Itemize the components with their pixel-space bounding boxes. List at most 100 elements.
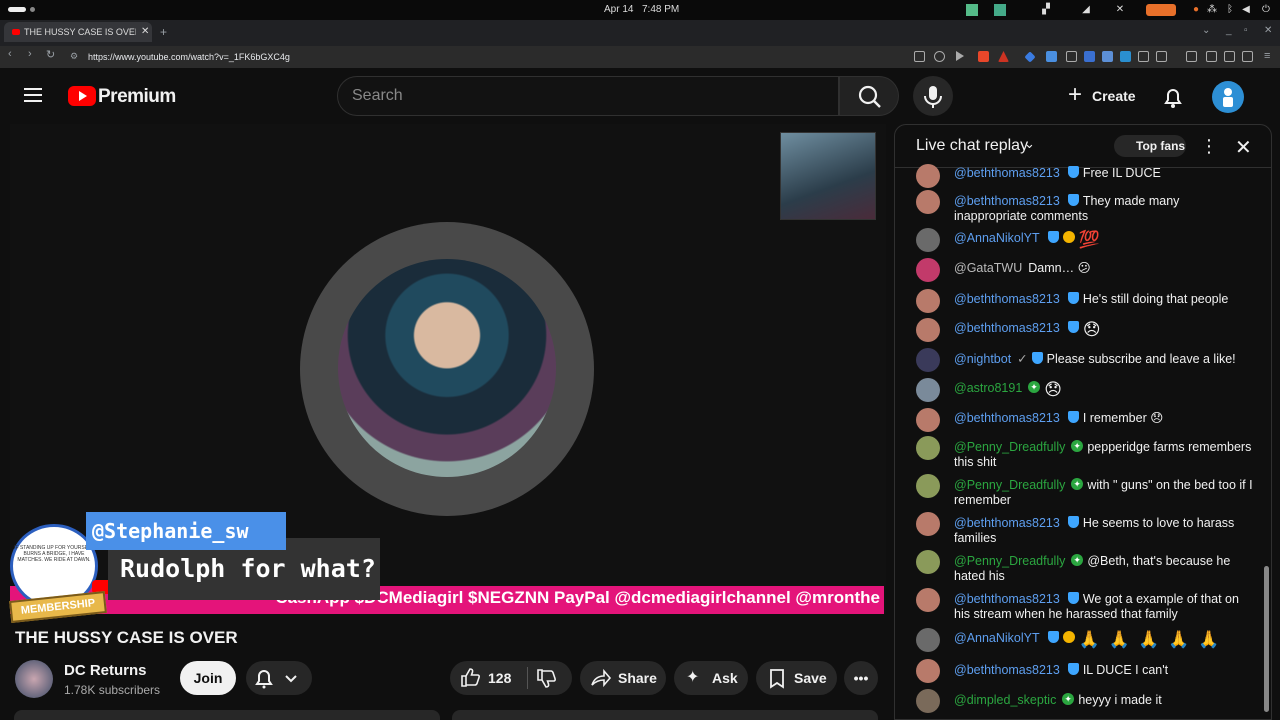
extension-icon-5[interactable] <box>1102 51 1113 62</box>
chat-author[interactable]: @Penny_Dreadfully <box>954 554 1065 568</box>
description-card[interactable] <box>14 710 440 720</box>
chat-avatar[interactable] <box>916 190 940 214</box>
close-icon[interactable]: ✕ <box>1235 135 1252 160</box>
chat-avatar[interactable] <box>916 348 940 372</box>
chat-avatar[interactable] <box>916 228 940 252</box>
channel-name[interactable]: DC Returns <box>64 662 147 679</box>
search-input[interactable] <box>352 86 822 106</box>
extension-icon-4[interactable] <box>1084 51 1095 62</box>
chat-author[interactable]: @GataTWU <box>954 261 1022 275</box>
chat-scrollbar-thumb[interactable] <box>1264 566 1269 712</box>
url-field[interactable]: https://www.youtube.com/watch?v=_1FK6bGX… <box>88 52 290 62</box>
create-button[interactable]: + Create <box>1062 78 1140 114</box>
panel-icon[interactable] <box>1206 51 1217 62</box>
chat-avatar[interactable] <box>916 289 940 313</box>
power-icon[interactable]: ⏻ <box>1260 4 1272 16</box>
leo-icon[interactable] <box>1242 51 1253 62</box>
share-button[interactable]: Share <box>580 661 666 695</box>
chat-author[interactable]: @beththomas8213 <box>954 516 1060 530</box>
like-count[interactable]: 128 <box>488 661 511 695</box>
chat-avatar[interactable] <box>916 164 940 188</box>
ask-button[interactable]: ✦ Ask <box>674 661 748 695</box>
play-icon[interactable] <box>956 51 964 61</box>
volume-icon[interactable]: ◀ <box>1240 4 1252 16</box>
chat-avatar[interactable] <box>916 550 940 574</box>
tray-app-icon-3[interactable]: ▞ <box>1040 4 1052 16</box>
search-button[interactable] <box>839 76 899 116</box>
chat-author[interactable]: @Penny_Dreadfully <box>954 440 1065 454</box>
chat-author[interactable]: @beththomas8213 <box>954 194 1060 208</box>
workspace-indicator[interactable] <box>8 7 26 12</box>
voice-search-button[interactable] <box>913 76 953 116</box>
site-settings-icon[interactable]: ⚙ <box>70 51 78 62</box>
chat-avatar[interactable] <box>916 474 940 498</box>
join-button[interactable]: Join <box>180 661 236 695</box>
comments-card[interactable] <box>452 710 878 720</box>
wallet-icon[interactable] <box>1224 51 1235 62</box>
close-tab-icon[interactable]: ✕ <box>141 26 149 37</box>
chat-avatar[interactable] <box>916 588 940 612</box>
chat-author[interactable]: @beththomas8213 <box>954 166 1060 180</box>
hamburger-menu-icon[interactable] <box>24 88 42 102</box>
browser-tab[interactable]: THE HUSSY CASE IS OVER ✕ <box>4 22 152 42</box>
chat-avatar[interactable] <box>916 436 940 460</box>
minimize-icon[interactable]: _ <box>1226 25 1232 36</box>
youtube-logo-icon[interactable] <box>68 86 96 106</box>
chat-avatar[interactable] <box>916 659 940 683</box>
subscription-bell-button[interactable] <box>246 661 312 695</box>
chat-message[interactable]: @beththomas8213 Free IL DUCE <box>916 164 1256 188</box>
extension-icon-2[interactable] <box>1046 51 1057 62</box>
new-tab-icon[interactable]: + <box>160 25 167 39</box>
chat-author[interactable]: @beththomas8213 <box>954 321 1060 335</box>
tab-list-chevron-icon[interactable]: ⌄ <box>1202 25 1210 36</box>
tray-app-icon-4[interactable]: ◢ <box>1080 4 1092 16</box>
chat-avatar[interactable] <box>916 318 940 342</box>
cast-icon[interactable] <box>914 51 925 62</box>
chevron-down-icon[interactable]: ⌄ <box>1024 136 1035 152</box>
browser-menu-icon[interactable]: ≡ <box>1264 50 1270 62</box>
tray-app-icon-5[interactable]: ✕ <box>1114 4 1126 16</box>
close-window-icon[interactable]: ✕ <box>1264 25 1272 36</box>
extension-icon-6[interactable] <box>1120 51 1131 62</box>
save-button[interactable]: Save <box>756 661 837 695</box>
brave-shield-icon[interactable] <box>978 51 989 62</box>
music-icon[interactable] <box>1186 51 1197 62</box>
network-icon[interactable]: ⁂ <box>1206 4 1218 16</box>
chat-author[interactable]: @dimpled_skeptic <box>954 693 1056 707</box>
youtube-logo-text[interactable]: Premium <box>98 86 176 108</box>
maximize-icon[interactable]: ▫ <box>1244 25 1248 36</box>
chat-author[interactable]: @beththomas8213 <box>954 411 1060 425</box>
chat-author[interactable]: @beththomas8213 <box>954 592 1060 606</box>
channel-avatar[interactable] <box>15 660 53 698</box>
chat-avatar[interactable] <box>916 378 940 402</box>
workspace-indicator-2[interactable] <box>30 7 35 12</box>
chat-author[interactable]: @Penny_Dreadfully <box>954 478 1065 492</box>
tray-recording-icon[interactable] <box>1146 4 1176 16</box>
microphone-icon[interactable]: ● <box>1190 4 1202 16</box>
chat-author[interactable]: @AnnaNikolYT <box>954 231 1040 245</box>
back-icon[interactable]: ‹ <box>8 48 12 60</box>
chat-author[interactable]: @astro8191 <box>954 381 1022 395</box>
chat-avatar[interactable] <box>916 689 940 713</box>
bluetooth-icon[interactable]: ᛒ <box>1224 4 1236 16</box>
more-vertical-icon[interactable]: ⋮ <box>1200 136 1218 157</box>
chat-avatar[interactable] <box>916 408 940 432</box>
chat-author[interactable]: @beththomas8213 <box>954 292 1060 306</box>
top-fans-button[interactable]: Top fans <box>1114 135 1186 157</box>
chat-avatar[interactable] <box>916 512 940 536</box>
chat-author[interactable]: @beththomas8213 <box>954 663 1060 677</box>
tray-app-icon-2[interactable] <box>994 4 1006 16</box>
notifications-button[interactable] <box>1160 84 1186 110</box>
chat-title[interactable]: Live chat replay <box>916 137 1028 155</box>
chat-author[interactable]: @nightbot <box>954 352 1011 366</box>
more-actions-button[interactable]: ••• <box>844 661 878 695</box>
zoom-icon[interactable] <box>934 51 945 62</box>
chat-author[interactable]: @AnnaNikolYT <box>954 631 1040 645</box>
chat-avatar[interactable] <box>916 258 940 282</box>
reload-icon[interactable]: ↻ <box>46 48 55 61</box>
sidebar-icon[interactable] <box>1156 51 1167 62</box>
extension-icon-3[interactable] <box>1066 51 1077 62</box>
tray-app-icon[interactable] <box>966 4 978 16</box>
puzzle-icon[interactable] <box>1138 51 1149 62</box>
chat-avatar[interactable] <box>916 628 940 652</box>
